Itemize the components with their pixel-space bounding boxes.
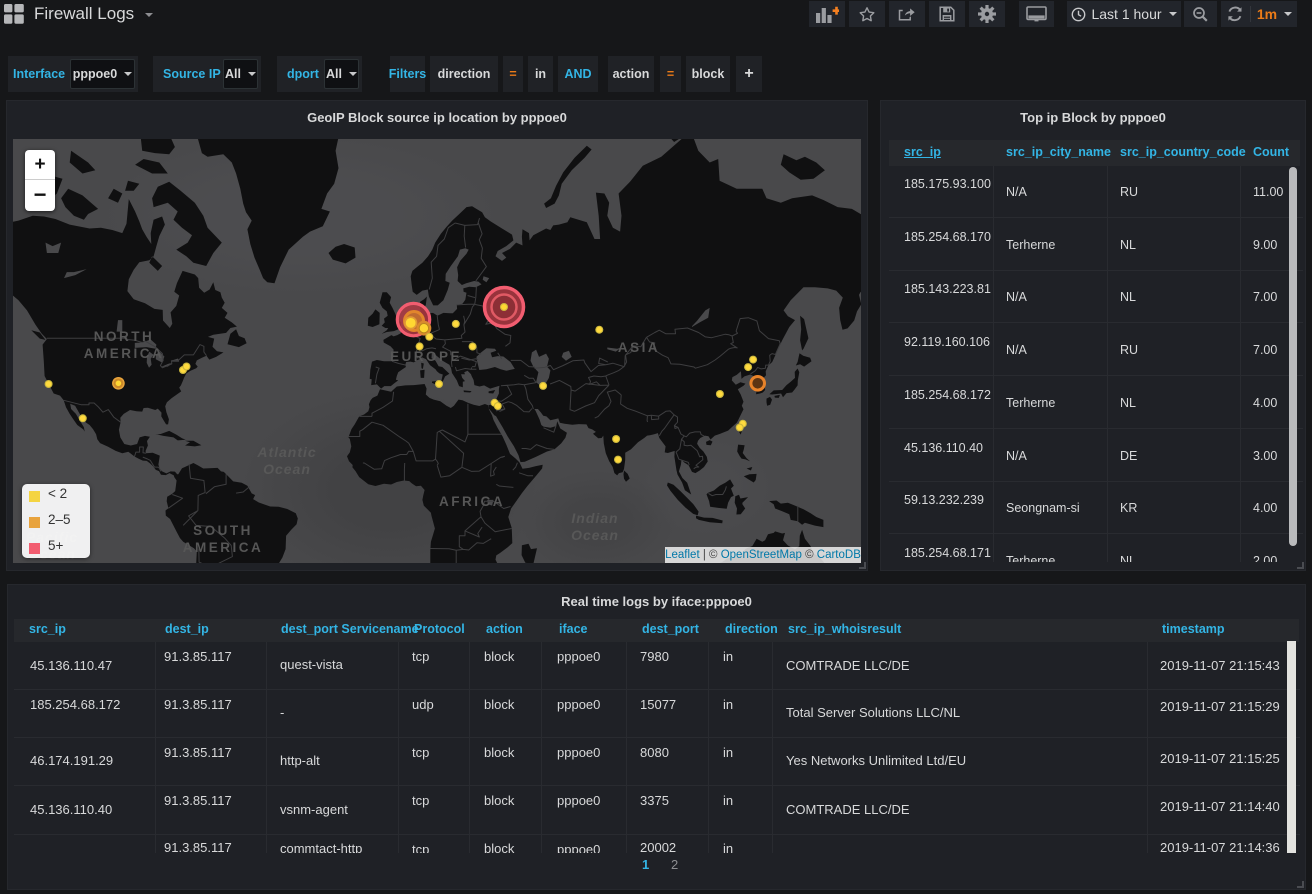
svg-text:AMERICA: AMERICA — [183, 540, 264, 555]
svg-text:Atlantic: Atlantic — [256, 444, 316, 460]
svg-text:SOUTH: SOUTH — [193, 523, 253, 538]
svg-text:Indian: Indian — [571, 510, 618, 526]
svg-text:Ocean: Ocean — [571, 527, 619, 543]
svg-text:NORTH: NORTH — [94, 329, 155, 344]
svg-text:Ocean: Ocean — [263, 461, 311, 477]
svg-text:AFRICA: AFRICA — [439, 494, 505, 509]
svg-text:ASIA: ASIA — [618, 340, 660, 355]
svg-text:EUROPE: EUROPE — [390, 349, 462, 364]
svg-text:AMERICA: AMERICA — [84, 346, 165, 361]
